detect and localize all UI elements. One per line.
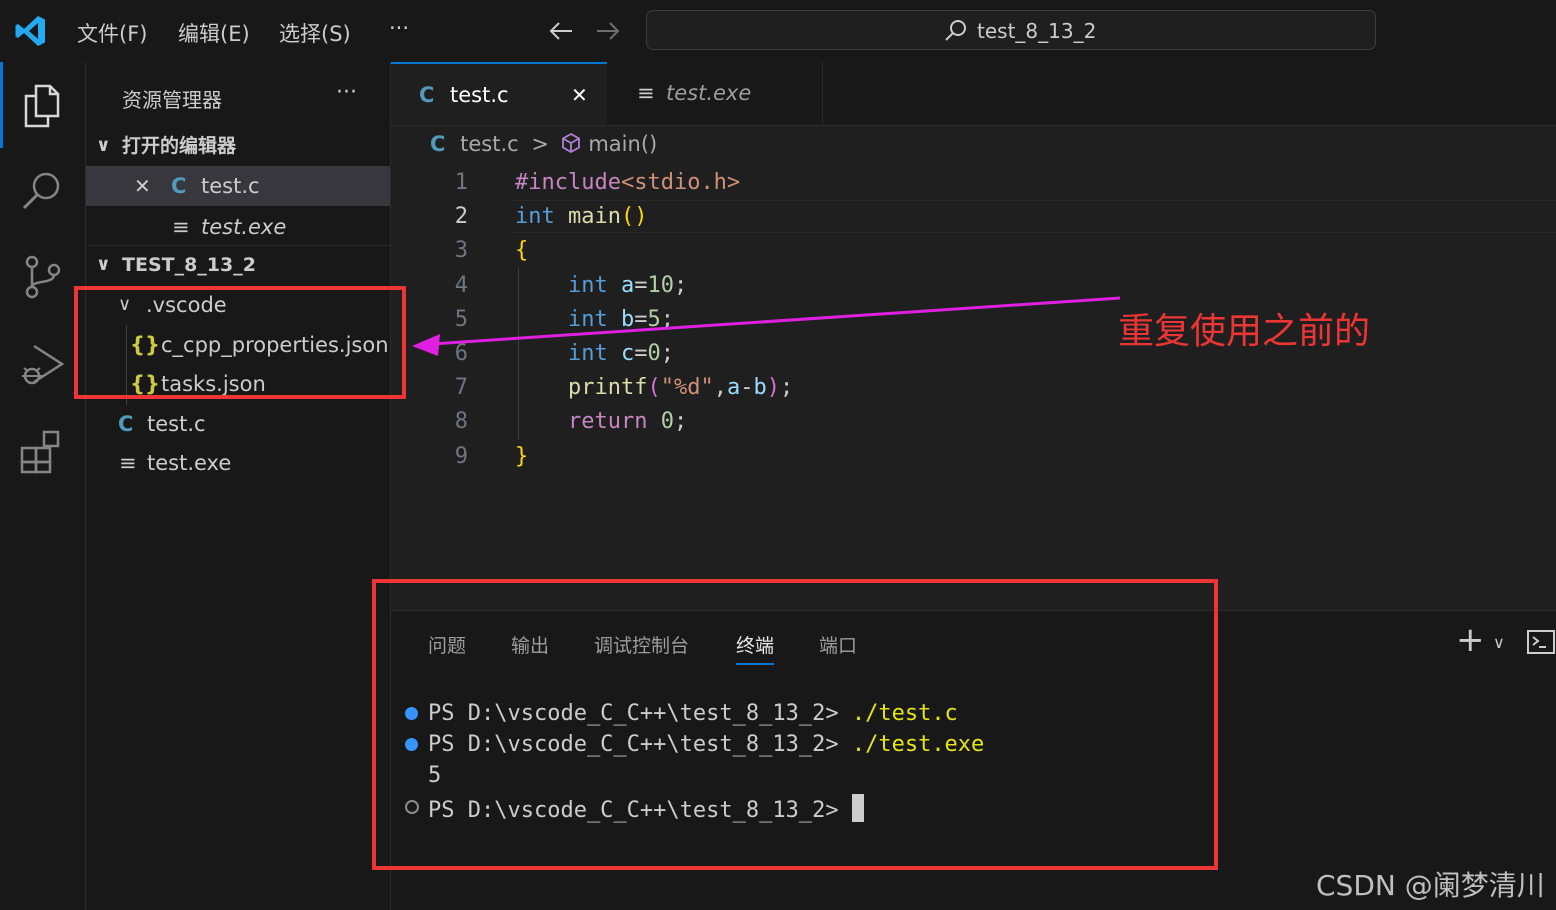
watermark: CSDN @阑梦清川 — [1316, 869, 1545, 902]
annotation-text: 重复使用之前的 — [1118, 311, 1371, 352]
annotation-arrow — [412, 296, 1121, 356]
